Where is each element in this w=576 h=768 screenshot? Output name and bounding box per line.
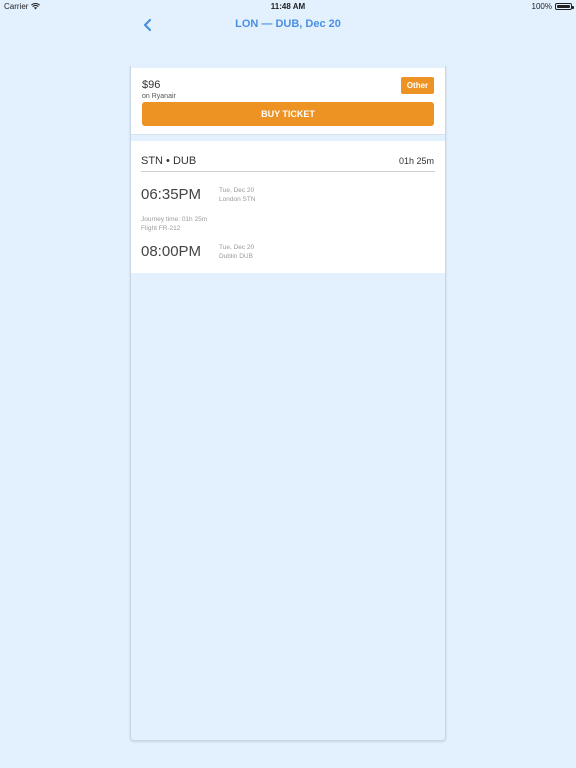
buy-ticket-button[interactable]: BUY TICKET [142,102,434,126]
flight-card: STN • DUB 01h 25m 06:35PM Tue, Dec 20 Lo… [131,141,445,273]
route-duration: 01h 25m [398,156,434,166]
journey-info: Journey time: 01h 25m Flight FR-212 [141,215,207,233]
departure-place: London STN [219,196,256,203]
arrival-info: Tue, Dec 20 Dublin DUB [219,243,254,261]
status-bar: Carrier 11:48 AM 100% [0,0,576,14]
route-label: STN • DUB [141,155,197,167]
battery-indicator: 100% [531,2,574,11]
divider [141,171,435,172]
battery-percent: 100% [531,2,552,11]
departure-info: Tue, Dec 20 London STN [219,186,256,204]
status-time: 11:48 AM [270,2,306,11]
arrival-place: Dublin DUB [219,253,253,260]
other-badge[interactable]: Other [401,77,434,94]
offer-card: $96 on Ryanair Other BUY TICKET [131,68,445,135]
battery-icon [555,3,574,10]
ticket-source: on Ryanair [142,93,176,100]
nav-bar: LON — DUB, Dec 20 [0,14,576,36]
ticket-price: $96 [142,79,161,91]
flight-number: Flight FR-212 [141,225,181,232]
journey-time: Journey time: 01h 25m [141,216,208,223]
departure-time: 06:35PM [141,186,202,203]
departure-date: Tue, Dec 20 [219,187,255,194]
arrival-date: Tue, Dec 20 [219,244,255,251]
ticket-panel: $96 on Ryanair Other BUY TICKET STN • DU… [130,66,446,741]
page-title: LON — DUB, Dec 20 [235,18,341,30]
arrival-time: 08:00PM [141,243,202,260]
